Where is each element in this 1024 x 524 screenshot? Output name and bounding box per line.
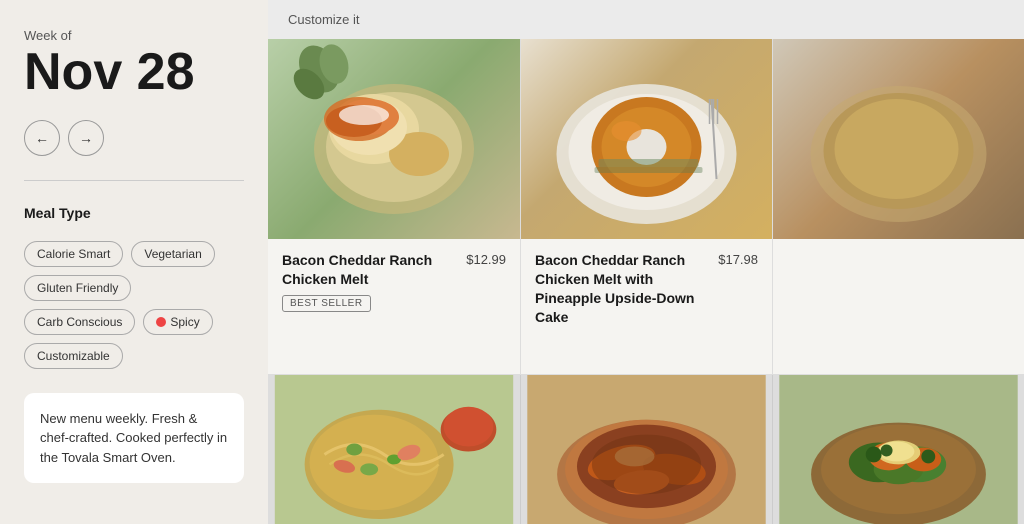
meal-card-2[interactable]: Bacon Cheddar Ranch Chicken Melt with Pi…: [520, 39, 772, 374]
meal-price-2: $17.98: [718, 252, 758, 267]
bottom-image-svg-2: [521, 375, 772, 524]
sidebar: Week of Nov 28 ← → Meal Type Calorie Sma…: [0, 0, 268, 524]
info-box: New menu weekly. Fresh & chef-crafted. C…: [24, 393, 244, 484]
filter-vegetarian[interactable]: Vegetarian: [131, 241, 214, 267]
meal-image-3: [773, 39, 1024, 239]
meal-title-2: Bacon Cheddar Ranch Chicken Melt with Pi…: [535, 251, 710, 327]
meal-card-3[interactable]: [772, 39, 1024, 374]
info-text: New menu weekly. Fresh & chef-crafted. C…: [40, 411, 227, 465]
next-week-button[interactable]: →: [68, 120, 104, 156]
divider: [24, 180, 244, 181]
spicy-icon: [156, 317, 166, 327]
date-heading: Nov 28: [24, 45, 244, 100]
filter-calorie-smart[interactable]: Calorie Smart: [24, 241, 123, 267]
prev-week-button[interactable]: ←: [24, 120, 60, 156]
meal-image-svg-1: [268, 39, 520, 239]
meal-info-2: Bacon Cheddar Ranch Chicken Melt with Pi…: [521, 239, 772, 337]
meal-title-1: Bacon Cheddar Ranch Chicken Melt: [282, 251, 458, 289]
meal-type-label: Meal Type: [24, 205, 244, 221]
filter-gluten-friendly[interactable]: Gluten Friendly: [24, 275, 131, 301]
meal-info-1: Bacon Cheddar Ranch Chicken Melt $12.99 …: [268, 239, 520, 322]
filter-spicy[interactable]: Spicy: [143, 309, 212, 335]
bottom-image-svg-1: [268, 375, 520, 524]
meals-bottom: [268, 374, 1024, 524]
week-label: Week of: [24, 28, 244, 43]
bottom-image-svg-3: [773, 375, 1024, 524]
meal-image-2: [521, 39, 772, 239]
meals-grid: Bacon Cheddar Ranch Chicken Melt $12.99 …: [268, 39, 1024, 374]
meal-card-1[interactable]: Bacon Cheddar Ranch Chicken Melt $12.99 …: [268, 39, 520, 374]
meal-image-svg-2: [521, 39, 772, 239]
main-content: Customize it: [268, 0, 1024, 524]
meal-image-svg-3: [773, 39, 1024, 239]
bottom-card-1[interactable]: [268, 375, 520, 524]
meal-image-1: [268, 39, 520, 239]
nav-arrows: ← →: [24, 120, 244, 156]
bottom-card-2[interactable]: [520, 375, 772, 524]
meal-price-1: $12.99: [466, 252, 506, 267]
filter-tags: Calorie Smart Vegetarian Gluten Friendly…: [24, 241, 244, 369]
customize-label: Customize it: [288, 12, 360, 27]
filter-customizable[interactable]: Customizable: [24, 343, 123, 369]
meal-title-row-1: Bacon Cheddar Ranch Chicken Melt $12.99: [282, 251, 506, 289]
best-seller-badge: BEST SELLER: [282, 295, 371, 312]
filter-carb-conscious[interactable]: Carb Conscious: [24, 309, 135, 335]
bottom-card-3[interactable]: [772, 375, 1024, 524]
customize-bar: Customize it: [268, 0, 1024, 39]
meal-info-3: [773, 239, 1024, 261]
meal-title-row-2: Bacon Cheddar Ranch Chicken Melt with Pi…: [535, 251, 758, 327]
